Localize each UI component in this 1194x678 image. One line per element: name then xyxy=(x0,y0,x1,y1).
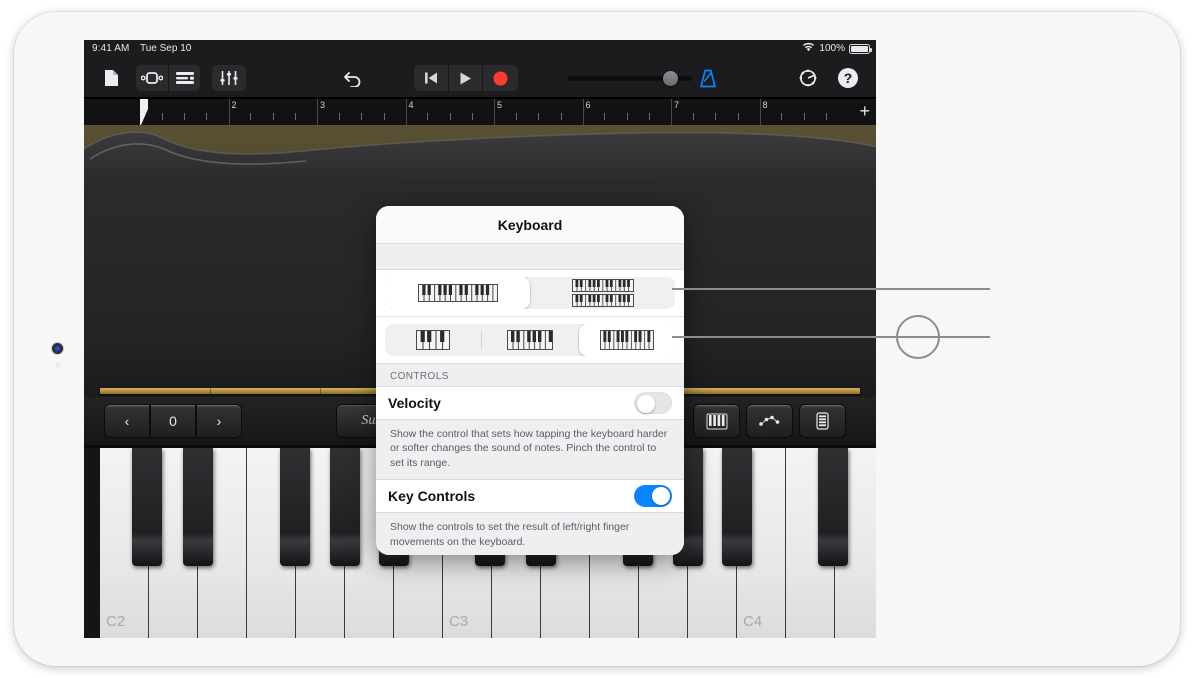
transport-controls xyxy=(414,65,518,91)
octave-label: C3 xyxy=(449,613,469,630)
black-key[interactable] xyxy=(183,448,213,566)
callout-line-layout xyxy=(672,288,990,290)
touch-pointer-circle xyxy=(896,315,940,359)
glissando-icon[interactable] xyxy=(693,404,740,438)
metronome-icon[interactable] xyxy=(692,65,724,91)
black-key[interactable] xyxy=(280,448,310,566)
master-volume-knob[interactable] xyxy=(663,71,678,86)
add-section-button[interactable]: + xyxy=(859,102,870,120)
size-segmented-control[interactable] xyxy=(385,324,675,356)
bar-number: 4 xyxy=(408,100,414,110)
play-icon[interactable] xyxy=(448,65,482,91)
status-bar: 9:41 AM Tue Sep 10 100% xyxy=(84,40,876,58)
layout-segmented-row xyxy=(376,270,684,316)
octave-down-button[interactable]: ‹ xyxy=(104,404,150,438)
front-camera-icon xyxy=(52,343,63,354)
wifi-icon xyxy=(802,42,815,55)
undo-icon[interactable] xyxy=(336,65,370,91)
callout-line-size xyxy=(672,336,990,338)
record-icon[interactable] xyxy=(482,65,518,91)
octave-up-button[interactable]: › xyxy=(196,404,242,438)
velocity-toggle[interactable] xyxy=(634,392,672,414)
black-key[interactable] xyxy=(818,448,848,566)
octave-value: 0 xyxy=(150,404,196,438)
bar-number: 7 xyxy=(674,100,680,110)
mixer-icon[interactable] xyxy=(212,65,246,91)
status-date: Tue Sep 10 xyxy=(140,43,192,54)
playhead[interactable] xyxy=(140,99,149,125)
ambient-sensor-icon xyxy=(55,362,61,368)
bar-number: 6 xyxy=(585,100,591,110)
black-key[interactable] xyxy=(330,448,360,566)
bar-number: 3 xyxy=(320,100,326,110)
navigation-icon[interactable] xyxy=(98,65,124,91)
bar-number: 5 xyxy=(497,100,503,110)
ruler-rail: 1 2 3 4 5 6 7 8 xyxy=(140,99,848,125)
screenshot-root: 9:41 AM Tue Sep 10 100% ? 2 3 4 5 6 7 8 … xyxy=(0,0,1194,678)
rewind-icon[interactable] xyxy=(414,65,448,91)
bar-number: 2 xyxy=(231,100,237,110)
medium-keys-option[interactable] xyxy=(482,324,578,356)
dual-keyboard-option[interactable] xyxy=(530,277,675,309)
velocity-label: Velocity xyxy=(388,395,441,411)
track-view-icon[interactable] xyxy=(168,65,200,91)
black-key[interactable] xyxy=(722,448,752,566)
settings-gear-icon[interactable] xyxy=(792,65,824,91)
octave-label: C4 xyxy=(743,613,763,630)
single-keyboard-option[interactable] xyxy=(385,277,530,309)
app-toolbar: ? xyxy=(84,58,876,98)
key-controls-toggle[interactable] xyxy=(634,485,672,508)
dialog-top-spacer xyxy=(376,244,684,270)
battery-icon xyxy=(849,43,872,54)
size-segmented-row xyxy=(376,316,684,363)
bar-number: 8 xyxy=(762,100,768,110)
status-right-cluster: 100% xyxy=(802,42,872,55)
layout-segmented-control[interactable] xyxy=(385,277,675,309)
svg-text:?: ? xyxy=(844,70,853,86)
keyboard-settings-dialog: Keyboard CONTROLS Velocity Show the cont… xyxy=(376,206,684,555)
battery-percent: 100% xyxy=(819,43,845,54)
small-keys-option[interactable] xyxy=(578,324,675,356)
status-time: 9:41 AM xyxy=(92,43,130,54)
key-controls-label: Key Controls xyxy=(388,488,476,505)
large-keys-option[interactable] xyxy=(385,324,481,356)
octave-label: C2 xyxy=(106,613,126,630)
controls-section-header: CONTROLS xyxy=(376,363,684,386)
dialog-title: Keyboard xyxy=(376,206,684,244)
black-key[interactable] xyxy=(132,448,162,566)
help-icon[interactable]: ? xyxy=(832,65,864,91)
velocity-description: Show the control that sets how tapping t… xyxy=(376,420,684,480)
timeline-ruler[interactable]: 1 2 3 4 5 6 7 8 + xyxy=(84,99,876,125)
loop-browser-icon[interactable] xyxy=(136,65,168,91)
key-controls-description: Show the controls to set the result of l… xyxy=(376,513,684,555)
velocity-row[interactable]: Velocity xyxy=(376,386,684,420)
key-controls-row[interactable]: Key Controls xyxy=(376,479,684,514)
scroll-icon[interactable] xyxy=(799,404,846,438)
arpeggiator-icon[interactable] xyxy=(746,404,793,438)
toolbar-group-view xyxy=(136,65,200,91)
